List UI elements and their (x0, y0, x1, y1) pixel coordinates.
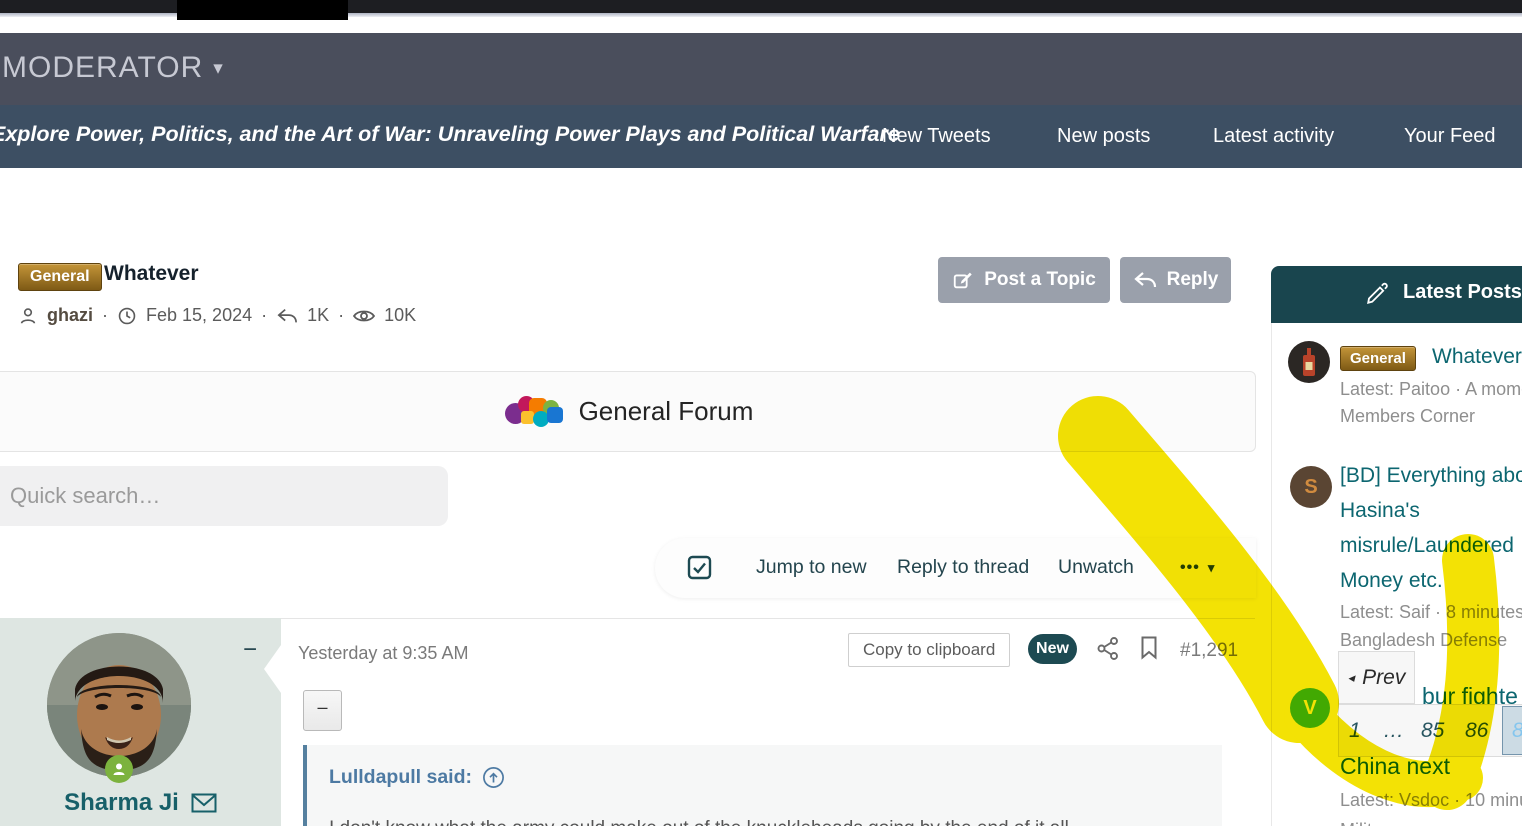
meta-sep: · (338, 305, 344, 326)
nav-your-feed[interactable]: Your Feed (1404, 125, 1496, 148)
latest-posts-title: Latest Posts (1403, 281, 1522, 304)
sidebar-thread-title[interactable]: Whatever (1432, 345, 1522, 369)
sidebar-latest-line[interactable]: Latest: Paitoo · A moment ago (1340, 379, 1522, 400)
thread-date: Feb 15, 2024 (146, 305, 252, 326)
forum-banner[interactable]: General Forum (0, 371, 1256, 452)
pencil-icon (1364, 281, 1390, 307)
quote-attribution-row: Lulldapull said: (329, 766, 1200, 789)
edit-icon (952, 269, 974, 291)
clock-icon (117, 306, 137, 326)
sidebar-thread-title-line[interactable]: China next (1340, 753, 1450, 780)
expand-quote-icon[interactable] (482, 766, 505, 789)
sidebar-latest-line[interactable]: Latest: Saif · 8 minutes ago (1340, 602, 1522, 623)
caret-down-icon: ▾ (213, 57, 224, 80)
reply-button[interactable]: Reply (1120, 257, 1231, 303)
quote-body-text: I don't know what the army could make ou… (329, 818, 1189, 826)
bookmark-icon[interactable] (1139, 635, 1159, 660)
thread-author[interactable]: ghazi (47, 305, 93, 326)
avatar[interactable]: S (1290, 466, 1332, 508)
view-count: 10K (384, 305, 416, 326)
post-a-topic-label: Post a Topic (984, 269, 1096, 291)
quote-block: Lulldapull said: I don't know what the a… (303, 745, 1222, 826)
thread-title: Whatever (104, 262, 199, 286)
reply-count: 1K (307, 305, 329, 326)
views-icon (353, 307, 375, 325)
prev-label: Prev (1362, 666, 1405, 690)
forum-banner-title: General Forum (579, 396, 754, 427)
jump-to-new-link[interactable]: Jump to new (756, 556, 867, 579)
nav-new-tweets[interactable]: New Tweets (882, 125, 991, 148)
share-icon[interactable] (1096, 636, 1120, 661)
category-badge[interactable]: General (1340, 346, 1416, 371)
replies-icon (276, 306, 298, 326)
reply-to-thread-link[interactable]: Reply to thread (897, 556, 1029, 579)
moderator-bar: MODERATOR ▾ (0, 33, 1522, 105)
post-number-link[interactable]: #1,291 (1180, 640, 1238, 662)
sidebar-thread-title-line[interactable]: misrule/Laundered (1340, 534, 1514, 558)
redacted-block (177, 0, 348, 20)
post-author-name[interactable]: Sharma Ji (0, 789, 281, 817)
meta-sep: · (261, 305, 267, 326)
bottle-avatar-icon (1299, 347, 1319, 377)
page-link[interactable]: 86 (1465, 719, 1488, 743)
online-user-icon (111, 761, 127, 777)
sidebar-thread-title-line[interactable]: Hasina's (1340, 499, 1420, 523)
user-icon (18, 306, 38, 326)
category-badge[interactable]: General (18, 263, 102, 291)
sidebar-forum-name[interactable]: Bangladesh Defense (1340, 630, 1507, 651)
avatar[interactable] (1288, 341, 1330, 383)
page-link[interactable]: 1 (1349, 719, 1361, 743)
quote-attribution[interactable]: Lulldapull said: (329, 766, 472, 789)
forum-page: MODERATOR ▾ Explore Power, Politics, and… (0, 0, 1522, 826)
search-input[interactable] (0, 483, 448, 509)
ellipsis-icon: ••• (1180, 559, 1200, 577)
moderator-dropdown[interactable]: MODERATOR ▾ (2, 51, 224, 85)
main-navbar: Explore Power, Politics, and the Art of … (0, 105, 1522, 168)
pagination-row: 1 … 85 86 87 (1338, 704, 1522, 757)
post-collapse-button[interactable]: − (243, 636, 257, 664)
meta-sep: · (102, 305, 108, 326)
forum-tagline: Explore Power, Politics, and the Art of … (0, 122, 900, 147)
post-timestamp[interactable]: Yesterday at 9:35 AM (298, 643, 468, 664)
sidebar-latest-line[interactable]: Latest: Vsdoc · 10 minutes ago (1340, 790, 1522, 811)
page-ellipsis: … (1383, 719, 1404, 743)
online-status-badge (105, 755, 133, 783)
sidebar-thread-title-line[interactable]: Money etc. (1340, 569, 1443, 593)
thread-toolbar: Jump to new Reply to thread Unwatch ••• … (655, 538, 1256, 598)
post-a-topic-button[interactable]: Post a Topic (938, 257, 1110, 303)
unwatch-link[interactable]: Unwatch (1058, 556, 1134, 579)
reply-label: Reply (1167, 269, 1219, 291)
select-all-checkbox-icon[interactable] (686, 554, 713, 581)
quote-collapse-button[interactable]: – (303, 690, 342, 731)
envelope-icon[interactable] (191, 793, 217, 813)
latest-posts-widget: Latest Posts General Whatever Latest: Pa… (1271, 266, 1522, 826)
chat-bubbles-logo-icon (503, 394, 561, 430)
avatar[interactable]: V (1290, 688, 1330, 728)
speech-bubble-arrow (264, 645, 281, 693)
author-name-text: Sharma Ji (64, 789, 179, 817)
current-page[interactable]: 87 (1502, 706, 1522, 755)
sidebar-forum-name[interactable]: Members Corner (1340, 406, 1475, 427)
sidebar-thread-title-line[interactable]: [BD] Everything about (1340, 464, 1522, 488)
thread-meta: ghazi · Feb 15, 2024 · 1K · 10K (18, 305, 416, 326)
moderator-label: MODERATOR (2, 51, 203, 85)
quick-search (0, 466, 448, 526)
new-badge: New (1028, 634, 1077, 664)
caret-down-icon: ▾ (1208, 560, 1216, 576)
copy-to-clipboard-button[interactable]: Copy to clipboard (848, 633, 1010, 667)
pagination-prev-button[interactable]: ◂ Prev (1338, 651, 1415, 704)
more-options-button[interactable]: ••• ▾ (1180, 559, 1215, 577)
latest-posts-header: Latest Posts (1271, 266, 1522, 323)
page-link[interactable]: 85 (1421, 719, 1444, 743)
sidebar-forum-name[interactable]: Military (1340, 820, 1397, 826)
prev-triangle-icon: ◂ (1348, 670, 1355, 686)
reply-icon (1133, 269, 1157, 291)
nav-latest-activity[interactable]: Latest activity (1213, 125, 1334, 148)
nav-new-posts[interactable]: New posts (1057, 125, 1150, 148)
